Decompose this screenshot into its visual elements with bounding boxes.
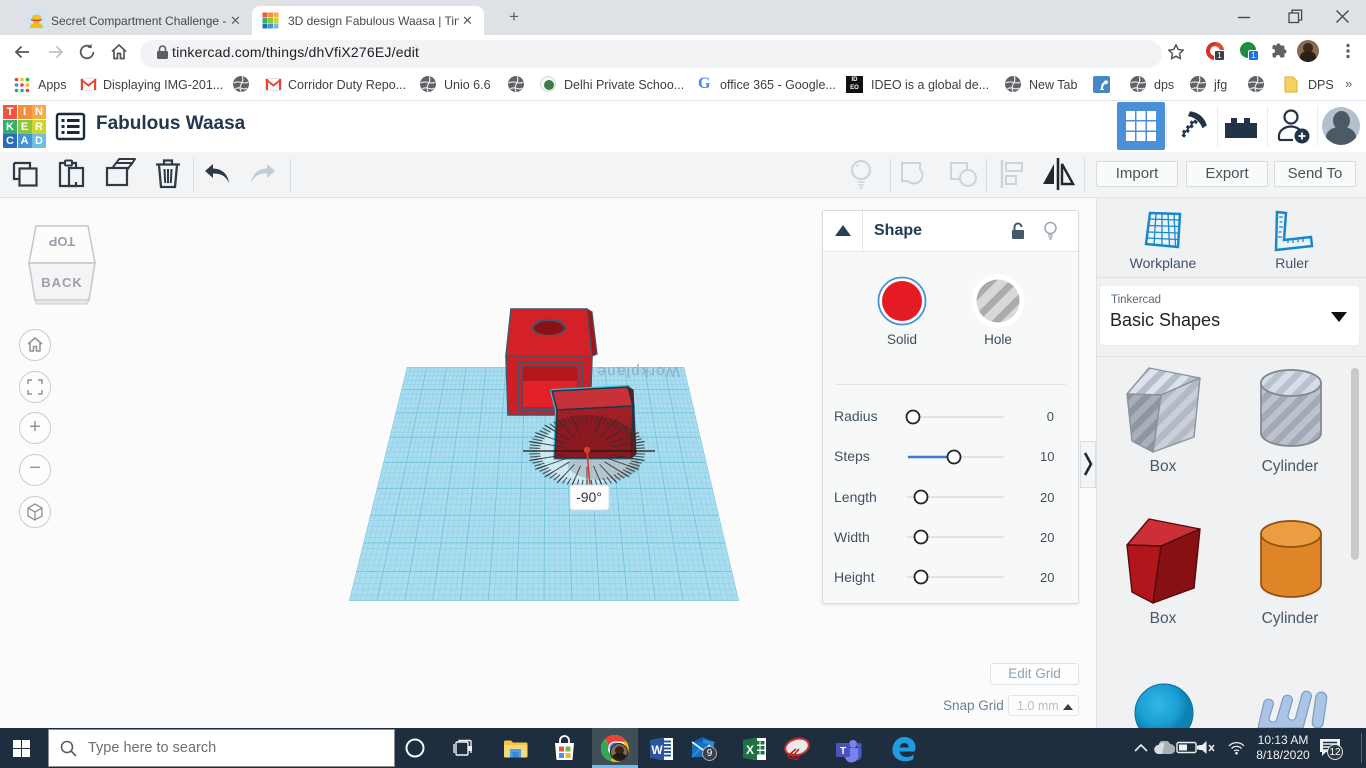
svg-text:X: X [746,743,754,757]
svg-text:TOP: TOP [48,234,75,249]
svg-text:T: T [840,746,846,757]
svg-text:W: W [651,743,663,757]
svg-text:-90°: -90° [576,489,602,505]
svg-text:BACK: BACK [41,275,83,290]
svg-text:Workplane: Workplane [596,363,680,380]
